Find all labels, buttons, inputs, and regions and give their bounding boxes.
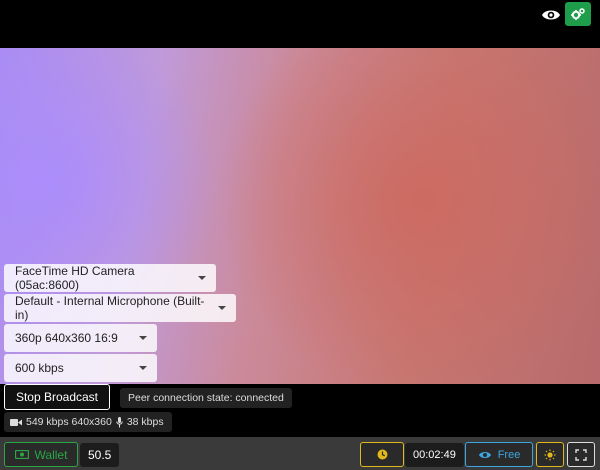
bitrate-select-value: 600 kbps — [15, 361, 64, 375]
sun-icon — [544, 449, 556, 460]
brightness-button[interactable] — [536, 442, 564, 467]
free-mode-button[interactable]: Free — [465, 442, 533, 467]
stop-broadcast-button[interactable]: Stop Broadcast — [4, 384, 110, 410]
video-stats: 549 kbps 640x360 — [26, 416, 112, 428]
settings-button[interactable] — [565, 2, 591, 26]
fullscreen-button[interactable] — [567, 442, 595, 467]
resolution-select[interactable]: 360p 640x360 16:9 — [4, 324, 157, 352]
caret-down-icon — [218, 306, 226, 310]
camera-select-value: FaceTime HD Camera (05ac:8600) — [15, 264, 135, 292]
wallet-balance: 50.5 — [80, 443, 120, 467]
camera-select[interactable]: FaceTime HD Camera (05ac:8600) — [4, 264, 216, 292]
broadcast-timer: 00:02:49 — [405, 443, 464, 467]
eye-icon[interactable] — [539, 4, 563, 26]
clock-icon — [377, 449, 387, 460]
microphone-select-value: Default - Internal Microphone (Built-in) — [15, 294, 205, 322]
video-camera-icon — [10, 418, 22, 426]
audio-stats: 38 kbps — [126, 416, 164, 428]
eye-icon — [478, 451, 491, 458]
money-icon — [14, 450, 29, 459]
bitrate-select[interactable]: 600 kbps — [4, 354, 157, 382]
expand-icon — [575, 448, 587, 461]
gears-icon — [571, 8, 585, 20]
wallet-button[interactable]: Wallet — [4, 442, 78, 467]
caret-down-icon — [139, 336, 147, 340]
microphone-icon — [116, 416, 123, 427]
microphone-select[interactable]: Default - Internal Microphone (Built-in) — [4, 294, 236, 322]
clock-button[interactable] — [360, 442, 404, 467]
resolution-select-value: 360p 640x360 16:9 — [15, 331, 118, 345]
caret-down-icon — [139, 366, 147, 370]
top-bar — [0, 0, 600, 48]
caret-down-icon — [198, 276, 206, 280]
wallet-label: Wallet — [34, 447, 68, 462]
peer-connection-status: Peer connection state: connected — [120, 388, 292, 408]
free-label: Free — [497, 448, 521, 461]
stream-stats: 549 kbps 640x360 38 kbps — [4, 412, 172, 432]
